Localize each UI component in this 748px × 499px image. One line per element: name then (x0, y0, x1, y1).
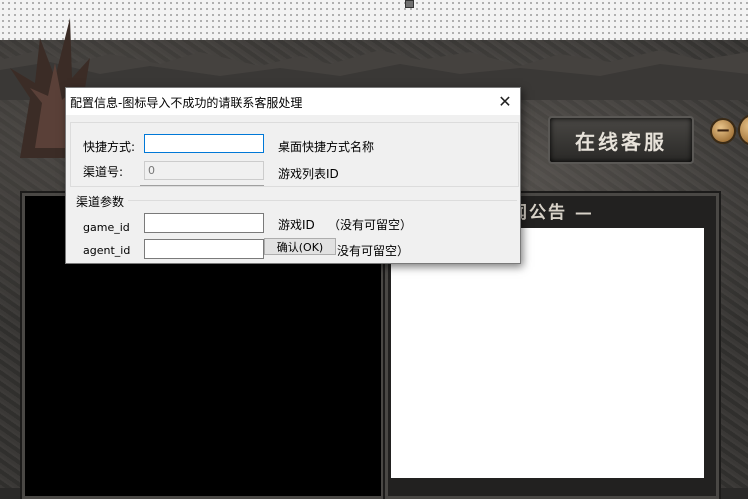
channel-input[interactable]: 0 (144, 161, 264, 180)
game-id-note: （没有可留空） (328, 218, 413, 232)
ok-button[interactable]: 确认(OK) (264, 238, 336, 255)
close-icon[interactable]: ✕ (490, 88, 520, 115)
agent-id-note: 没有可留空） (337, 244, 410, 258)
game-id-hint: 游戏ID (278, 218, 315, 232)
online-service-button[interactable]: 在线客服 (548, 116, 694, 164)
agent-id-input[interactable] (144, 239, 264, 259)
agent-id-label: agent_id (83, 244, 131, 257)
params-group-label: 渠道参数 (76, 195, 125, 209)
shortcut-input[interactable] (144, 134, 264, 153)
dialog-title: 配置信息-图标导入不成功的请联系客服处理 (70, 96, 303, 110)
news-content (391, 228, 704, 478)
separator (140, 185, 264, 186)
channel-label: 渠道号: (83, 165, 124, 179)
news-title: 闻公告 — (510, 203, 594, 223)
channel-hint: 游戏列表ID (278, 167, 339, 181)
shortcut-hint: 桌面快捷方式名称 (278, 140, 375, 154)
game-id-label: game_id (83, 221, 130, 234)
shortcut-label: 快捷方式: (83, 140, 136, 154)
resize-handle[interactable] (405, 0, 414, 8)
game-id-input[interactable] (144, 213, 264, 233)
dialog-titlebar[interactable]: 配置信息-图标导入不成功的请联系客服处理 ✕ (66, 88, 520, 115)
params-group-line (128, 200, 517, 201)
minimize-icon[interactable]: − (710, 118, 736, 144)
